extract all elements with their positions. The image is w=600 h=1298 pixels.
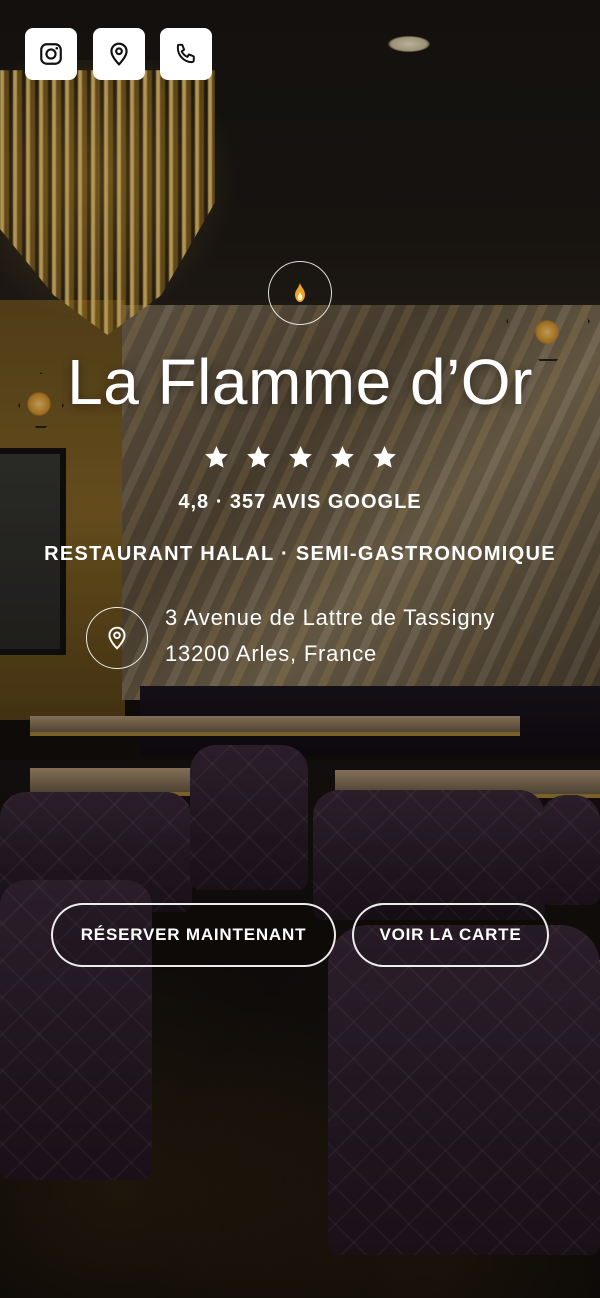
star-icon [288, 446, 312, 468]
star-icon [204, 446, 228, 468]
address-street: 3 Avenue de Lattre de Tassigny [165, 605, 496, 630]
star-rating [0, 444, 600, 471]
phone-button[interactable] [160, 28, 212, 80]
restaurant-category: RESTAURANT HALAL · SEMI-GASTRONOMIQUE [44, 543, 556, 565]
map-pin-icon [110, 42, 128, 66]
reserve-button[interactable]: RÉSERVER MAINTENANT [51, 903, 336, 967]
flame-icon [295, 283, 305, 302]
instagram-button[interactable] [25, 28, 77, 80]
google-rating: 4,8 · 357 AVIS GOOGLE [178, 491, 422, 513]
map-pin-icon [108, 626, 126, 650]
instagram-icon [40, 43, 62, 65]
restaurant-name: La Flamme d’Or [67, 346, 533, 418]
star-icon [372, 446, 396, 468]
star-icon [246, 446, 270, 468]
view-menu-button[interactable]: VOIR LA CARTE [352, 903, 549, 967]
address-city: 13200 Arles, France [165, 641, 378, 666]
location-button[interactable] [93, 28, 145, 80]
phone-icon [176, 43, 195, 64]
flame-logo [268, 261, 332, 325]
address-pin-badge [86, 607, 148, 669]
star-icon [330, 446, 354, 468]
